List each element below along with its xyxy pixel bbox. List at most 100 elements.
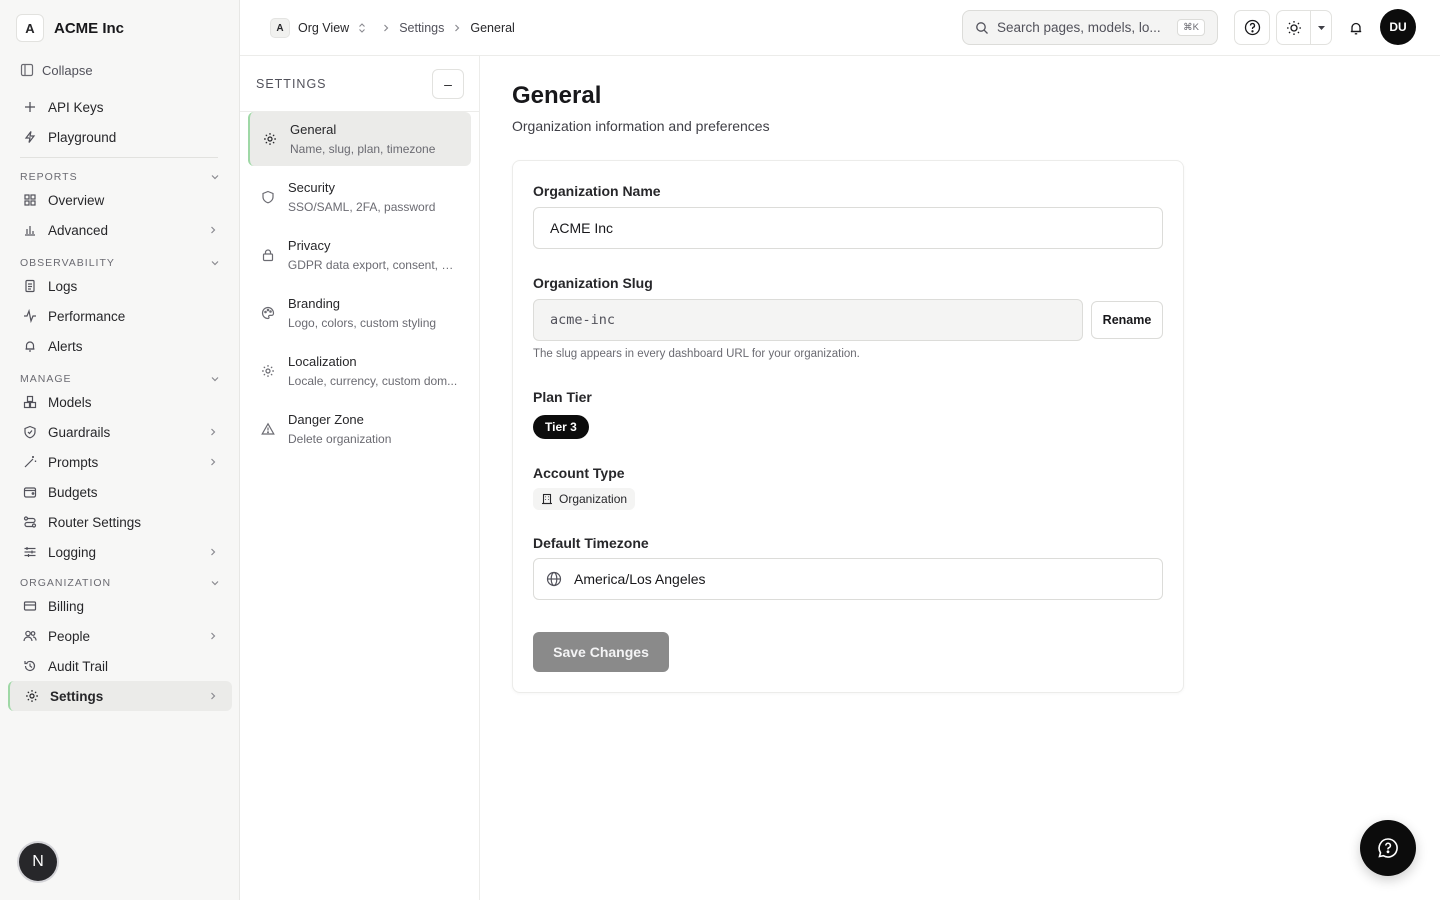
sidebar-item-label: API Keys [48,99,104,115]
sidebar-item-guardrails[interactable]: Guardrails [8,417,232,447]
building-icon [541,493,553,505]
plan-tier-label: Plan Tier [533,389,592,405]
grid-icon [22,192,38,208]
search-shortcut: ⌘K [1177,19,1205,36]
sidebar-item-logging[interactable]: Logging [8,537,232,567]
chevron-up-down-icon[interactable] [357,22,367,34]
timezone-select[interactable]: America/Los Angeles [533,558,1163,600]
breadcrumb-current: General [470,21,515,35]
bell-icon [22,338,38,354]
chevron-down-icon [210,258,220,268]
theme-toggle-button[interactable] [1277,11,1312,44]
settings-nav-list: General Name, slug, plan, timezone Securi… [248,112,471,460]
sidebar-item-label: Logs [48,278,78,294]
chevron-right-icon [208,691,218,701]
chat-support-button[interactable] [1360,820,1416,876]
sun-icon [1286,20,1302,36]
top-header: A Org View Settings General Search pages… [240,0,1440,56]
org-name: ACME Inc [54,19,125,37]
users-icon [22,628,38,644]
sidebar-item-label: Playground [48,129,117,145]
notifications-button[interactable] [1338,10,1374,45]
settings-nav-localization[interactable]: Localization Locale, currency, custom dom… [248,344,471,398]
shield-icon [22,424,38,440]
account-type-label: Account Type [533,465,625,481]
account-type-value: Organization [559,492,628,506]
org-avatar: A [16,14,44,42]
sidebar-item-api-keys[interactable]: API Keys [8,92,232,122]
theme-dropdown-button[interactable] [1311,11,1331,44]
section-reports-header[interactable]: REPORTS [20,169,220,185]
org-view-badge: A [270,18,290,38]
sidebar-item-label: Alerts [48,338,83,354]
panel-left-icon [20,63,34,77]
sidebar-item-alerts[interactable]: Alerts [8,331,232,361]
sidebar-item-label: Settings [50,688,104,704]
slug-hint: The slug appears in every dashboard URL … [533,348,860,360]
warning-icon [260,421,276,437]
settings-nav-general[interactable]: General Name, slug, plan, timezone [248,112,471,166]
caret-down-icon [1317,25,1326,31]
sidebar-item-people[interactable]: People [8,621,232,651]
sidebar-item-overview[interactable]: Overview [8,185,232,215]
settings-nav-panel: SETTINGS – General Name, slug, plan, time… [240,56,480,900]
bell-icon [1348,20,1364,36]
settings-nav-header: SETTINGS – [256,69,464,99]
settings-nav-privacy[interactable]: Privacy GDPR data export, consent, er... [248,228,471,282]
section-observability-header[interactable]: OBSERVABILITY [20,255,220,271]
rename-slug-button[interactable]: Rename [1091,301,1163,339]
org-name-input[interactable]: ACME Inc [533,207,1163,249]
section-reports-list: Overview Advanced [8,185,232,245]
sidebar-item-advanced[interactable]: Advanced [8,215,232,245]
general-settings-card: Organization Name ACME Inc Organization … [512,160,1184,693]
chevron-right-icon [208,427,218,437]
section-manage-header[interactable]: MANAGE [20,371,220,387]
chevron-right-icon [208,631,218,641]
sidebar-divider [20,157,218,158]
sidebar-item-playground[interactable]: Playground [8,122,232,152]
section-organization-header[interactable]: ORGANIZATION [20,575,220,591]
bolt-icon [22,129,38,145]
section-title: OBSERVABILITY [20,257,115,269]
breadcrumb-settings[interactable]: Settings [399,21,444,35]
sidebar-item-models[interactable]: Models [8,387,232,417]
section-title: MANAGE [20,373,72,385]
settings-nav-security[interactable]: Security SSO/SAML, 2FA, password [248,170,471,224]
search-input[interactable]: Search pages, models, lo... [997,20,1169,35]
user-avatar[interactable]: DU [1380,9,1416,45]
app-logo-button[interactable]: N [19,843,57,881]
scroll-icon [22,278,38,294]
activity-icon [22,308,38,324]
sidebar: A ACME Inc Collapse API Keys Playground … [0,0,240,900]
sidebar-item-budgets[interactable]: Budgets [8,477,232,507]
settings-nav-title: Security [288,180,335,195]
sidebar-item-router-settings[interactable]: Router Settings [8,507,232,537]
save-changes-button[interactable]: Save Changes [533,632,669,672]
global-search[interactable]: Search pages, models, lo... ⌘K [962,10,1218,45]
help-circle-icon [1244,19,1261,36]
chevron-down-icon [210,172,220,182]
chat-help-icon [1376,836,1400,860]
breadcrumb: A Org View Settings General [270,18,515,38]
settings-nav-danger-zone[interactable]: Danger Zone Delete organization [248,402,471,456]
sidebar-item-audit-trail[interactable]: Audit Trail [8,651,232,681]
help-button[interactable] [1234,10,1270,45]
sidebar-item-settings[interactable]: Settings [8,681,232,711]
sidebar-item-prompts[interactable]: Prompts [8,447,232,477]
org-slug-input: acme-inc [533,299,1083,341]
sidebar-item-billing[interactable]: Billing [8,591,232,621]
sidebar-item-label: Budgets [48,484,98,500]
breadcrumb-org-view[interactable]: Org View [298,21,349,35]
section-organization-list: Billing People Audit Trail Settings [8,591,232,711]
account-type-badge: Organization [533,488,636,510]
settings-nav-branding[interactable]: Branding Logo, colors, custom styling [248,286,471,340]
chevron-down-icon [210,374,220,384]
settings-nav-collapse-button[interactable]: – [432,69,464,99]
lock-icon [260,247,276,263]
gear-icon [24,688,40,704]
plus-icon [22,99,38,115]
collapse-sidebar-button[interactable]: Collapse [20,60,93,80]
org-switcher[interactable]: A ACME Inc [16,14,124,42]
sidebar-item-performance[interactable]: Performance [8,301,232,331]
sidebar-item-logs[interactable]: Logs [8,271,232,301]
